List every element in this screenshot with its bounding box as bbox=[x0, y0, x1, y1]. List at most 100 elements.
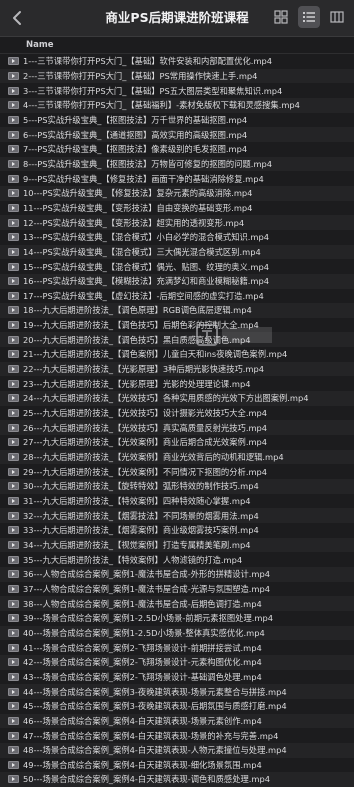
column-view-icon[interactable] bbox=[326, 6, 348, 28]
file-row[interactable]: 45---场景合成综合案例_案例3-夜晚建筑表现-后期氛围与质感打磨.mp4 bbox=[0, 699, 354, 714]
title-bar: 商业PS后期课进阶班课程 bbox=[0, 0, 354, 37]
video-file-icon bbox=[8, 643, 19, 652]
file-row[interactable]: 43---场景合成综合案例_案例2-飞翔场景设计-基础调色处理.mp4 bbox=[0, 670, 354, 685]
file-row[interactable]: 9---PS实战升级宝典_【修复技法】画面干净的基础消除修复.mp4 bbox=[0, 171, 354, 186]
file-row[interactable]: 10---PS实战升级宝典_【修复技法】复杂元素的高级消除.mp4 bbox=[0, 185, 354, 201]
file-row[interactable]: 15---PS实战升级宝典_【混合模式】偶光、贴图、纹理的奥义.mp4 bbox=[0, 259, 354, 274]
grid-view-icon[interactable] bbox=[270, 6, 292, 28]
file-name: 1---三节课带你打开PS大门_【基础】软件安装和内部配置优化.mp4 bbox=[23, 56, 273, 67]
file-row[interactable]: 7---PS实战升级宝典_【抠图技法】像素级别的毛发抠图.mp4 bbox=[0, 142, 354, 157]
file-row[interactable]: 46---场景合成综合案例_案例4-白天建筑表现-场景元素创作.mp4 bbox=[0, 713, 354, 729]
file-row[interactable]: 32---九大后期进阶技法_【烟雾技法】不同场景的烟雾用法.mp4 bbox=[0, 508, 354, 523]
file-row[interactable]: 26---九大后期进阶技法_【光效技巧】真实高质量反射光技巧.mp4 bbox=[0, 420, 354, 436]
video-file-icon bbox=[8, 702, 19, 711]
file-row[interactable]: 28---九大后期进阶技法_【光效案例】商业光效背后的动机和逻辑.mp4 bbox=[0, 449, 354, 465]
video-file-icon bbox=[8, 174, 19, 183]
file-row[interactable]: 36---人物合成综合案例_案例1-魔法书屋合成-外形的拼精设计.mp4 bbox=[0, 566, 354, 582]
video-file-icon bbox=[8, 379, 19, 388]
file-name: 38---人物合成综合案例_案例1-魔法书屋合成-后期色调打造.mp4 bbox=[23, 598, 262, 609]
back-arrow-icon[interactable] bbox=[8, 8, 28, 28]
video-file-icon bbox=[8, 570, 19, 579]
file-row[interactable]: 47---场景合成综合案例_案例4-白天建筑表现-场景的补充与完善.mp4 bbox=[0, 728, 354, 743]
file-name: 17---PS实战升级宝典_【虚幻技法】-后期空间感的虚实打造.mp4 bbox=[23, 290, 264, 301]
video-file-icon bbox=[8, 467, 19, 476]
video-file-icon bbox=[8, 731, 19, 740]
file-row[interactable]: 39---场景合成综合案例_案例1-2.5D小场景-前期元素抠图处理.mp4 bbox=[0, 611, 354, 626]
video-file-icon bbox=[8, 628, 19, 637]
file-name: 8---PS实战升级宝典_【抠图技法】万物皆可修复的抠图的问题.mp4 bbox=[23, 158, 273, 169]
file-name: 3---三节课带你打开PS大门_【基础】PS五大图层类型和聚焦知识.mp4 bbox=[23, 85, 283, 96]
file-row[interactable]: 12---PS实战升级宝典_【变形技法】超实用的透视变形.mp4 bbox=[0, 215, 354, 230]
video-file-icon bbox=[8, 203, 19, 212]
file-row[interactable]: 48---场景合成综合案例_案例4-白天建筑表现-人物元素撞位与处理.mp4 bbox=[0, 742, 354, 758]
file-name: 25---九大后期进阶技法_【光效技巧】设计摄影光效技巧大全.mp4 bbox=[23, 408, 268, 419]
file-row[interactable]: 1---三节课带你打开PS大门_【基础】软件安装和内部配置优化.mp4 bbox=[0, 54, 354, 69]
file-row[interactable]: 40---场景合成综合案例_案例1-2.5D小场景-整体真实感优化.mp4 bbox=[0, 625, 354, 641]
file-row[interactable]: 27---九大后期进阶技法_【光效案例】商业后期合成光效案例.mp4 bbox=[0, 435, 354, 450]
list-view-icon[interactable] bbox=[298, 6, 320, 28]
file-row[interactable]: 31---九大后期进阶技法_【特效案例】四种特效随心掌握.mp4 bbox=[0, 494, 354, 509]
video-file-icon bbox=[8, 159, 19, 168]
file-row[interactable]: 34---九大后期进阶技法_【视觉案例】打造专属精美笔刷.mp4 bbox=[0, 537, 354, 553]
video-file-icon bbox=[8, 130, 19, 139]
file-name: 47---场景合成综合案例_案例4-白天建筑表现-场景的补充与完善.mp4 bbox=[23, 730, 279, 741]
file-name: 27---九大后期进阶技法_【光效案例】商业后期合成光效案例.mp4 bbox=[23, 437, 268, 448]
file-row[interactable]: 8---PS实战升级宝典_【抠图技法】万物皆可修复的抠图的问题.mp4 bbox=[0, 156, 354, 172]
video-file-icon bbox=[8, 350, 19, 359]
file-row[interactable]: 5---PS实战升级宝典_【抠图技法】万千世界的基础抠图.mp4 bbox=[0, 113, 354, 128]
file-name: 14---PS实战升级宝典_【混合模式】三大偶光混合模式区别.mp4 bbox=[23, 246, 261, 257]
file-row[interactable]: 37---人物合成综合案例_案例1-魔法书屋合成-光源与氛围塑造.mp4 bbox=[0, 582, 354, 597]
file-row[interactable]: 4---三节课带你打开PS大门_【基础福利】-素材免版权下载和灵感搜集.mp4 bbox=[0, 97, 354, 113]
file-row[interactable]: 11---PS实战升级宝典_【变形技法】自由变换的基础变形.mp4 bbox=[0, 201, 354, 216]
file-row[interactable]: 23---九大后期进阶技法_【光影原理】光影的处理理论课.mp4 bbox=[0, 376, 354, 391]
file-name: 35---九大后期进阶技法_【特效案例】人物滤镜的打造.mp4 bbox=[23, 554, 243, 565]
file-row[interactable]: 49---场景合成综合案例_案例4-白天建筑表现-细化场景氛围.mp4 bbox=[0, 758, 354, 773]
file-name: 13---PS实战升级宝典_【混合模式】小白必学的混合模式知识.mp4 bbox=[23, 232, 270, 243]
video-file-icon bbox=[8, 394, 19, 403]
file-row[interactable]: 29---九大后期进阶技法_【光效案例】不同情况下抠图的分析.mp4 bbox=[0, 464, 354, 479]
file-row[interactable]: 18---九大后期进阶技法_【调色原理】RGB调色底层逻辑.mp4 bbox=[0, 303, 354, 318]
file-row[interactable]: 13---PS实战升级宝典_【混合模式】小白必学的混合模式知识.mp4 bbox=[0, 230, 354, 245]
video-file-icon bbox=[8, 277, 19, 286]
video-file-icon bbox=[8, 145, 19, 154]
file-name: 11---PS实战升级宝典_【变形技法】自由变换的基础变形.mp4 bbox=[23, 202, 253, 213]
video-file-icon bbox=[8, 599, 19, 608]
file-row[interactable]: 44---场景合成综合案例_案例3-夜晚建筑表现-场景元素整合与拼接.mp4 bbox=[0, 684, 354, 699]
file-row[interactable]: 50---场景合成综合案例_案例4-白天建筑表现-调色和质感处理.mp4 bbox=[0, 772, 354, 787]
file-list: 1---三节课带你打开PS大门_【基础】软件安装和内部配置优化.mp4 2---三… bbox=[0, 54, 354, 787]
file-name: 31---九大后期进阶技法_【特效案例】四种特效随心掌握.mp4 bbox=[23, 496, 251, 507]
file-row[interactable]: 16---PS实战升级宝典_【模糊技法】充满梦幻和商业模糊秘籍.mp4 bbox=[0, 273, 354, 289]
file-row[interactable]: 2---三节课带你打开PS大门_【基础】PS常用操作快速上手.mp4 bbox=[0, 68, 354, 84]
file-name: 42---场景合成综合案例_案例2-飞翔场景设计-元素构图优化.mp4 bbox=[23, 657, 262, 668]
video-file-icon bbox=[8, 86, 19, 95]
video-file-icon bbox=[8, 262, 19, 271]
video-file-icon bbox=[8, 291, 19, 300]
video-file-icon bbox=[8, 526, 19, 535]
file-row[interactable]: 38---人物合成综合案例_案例1-魔法书屋合成-后期色调打造.mp4 bbox=[0, 596, 354, 611]
video-file-icon bbox=[8, 189, 19, 198]
file-row[interactable]: 22---九大后期进阶技法_【光影原理】3种后期光影快速技巧.mp4 bbox=[0, 361, 354, 377]
file-row[interactable]: 33---九大后期进阶技法_【烟雾案例】商业级烟雾技巧案例.mp4 bbox=[0, 523, 354, 538]
file-row[interactable]: 17---PS实战升级宝典_【虚幻技法】-后期空间感的虚实打造.mp4 bbox=[0, 289, 354, 304]
file-row[interactable]: 14---PS实战升级宝典_【混合模式】三大偶光混合模式区别.mp4 bbox=[0, 244, 354, 260]
video-file-icon bbox=[8, 233, 19, 242]
file-row[interactable]: 41---场景合成综合案例_案例2-飞翔场景设计-前期拼接尝试.mp4 bbox=[0, 640, 354, 655]
file-row[interactable]: 3---三节课带你打开PS大门_【基础】PS五大图层类型和聚焦知识.mp4 bbox=[0, 83, 354, 98]
video-file-icon bbox=[8, 672, 19, 681]
file-row[interactable]: 25---九大后期进阶技法_【光效技巧】设计摄影光效技巧大全.mp4 bbox=[0, 406, 354, 421]
file-name: 12---PS实战升级宝典_【变形技法】超实用的透视变形.mp4 bbox=[23, 217, 245, 228]
file-name: 43---场景合成综合案例_案例2-飞翔场景设计-基础调色处理.mp4 bbox=[23, 671, 262, 682]
video-file-icon bbox=[8, 409, 19, 418]
name-column-header[interactable]: Name bbox=[0, 37, 354, 54]
file-row[interactable]: 42---场景合成综合案例_案例2-飞翔场景设计-元素构图优化.mp4 bbox=[0, 654, 354, 670]
file-name: 22---九大后期进阶技法_【光影原理】3种后期光影快速技巧.mp4 bbox=[23, 364, 265, 375]
file-row[interactable]: 6---PS实战升级宝典_【通道抠图】高效实用的高级抠图.mp4 bbox=[0, 127, 354, 142]
file-row[interactable]: 21---九大后期进阶技法_【调色案例】儿童白天和ins夜晚调色案例.mp4 bbox=[0, 347, 354, 362]
file-row[interactable]: 20---九大后期进阶技法_【调色技巧】黑白质感高级调色.mp4 bbox=[0, 332, 354, 348]
file-row[interactable]: 19---九大后期进阶技法_【调色技巧】后期色彩的控制大全.mp4 bbox=[0, 318, 354, 333]
file-row[interactable]: 24---九大后期进阶技法_【光效技巧】各种实用质感的光效下方出图案例.mp4 bbox=[0, 391, 354, 406]
file-name: 37---人物合成综合案例_案例1-魔法书屋合成-光源与氛围塑造.mp4 bbox=[23, 583, 271, 594]
file-row[interactable]: 30---九大后期进阶技法_【旋转特效】弧形特效的制作技巧.mp4 bbox=[0, 479, 354, 494]
file-row[interactable]: 35---九大后期进阶技法_【特效案例】人物滤镜的打造.mp4 bbox=[0, 552, 354, 567]
video-file-icon bbox=[8, 306, 19, 315]
